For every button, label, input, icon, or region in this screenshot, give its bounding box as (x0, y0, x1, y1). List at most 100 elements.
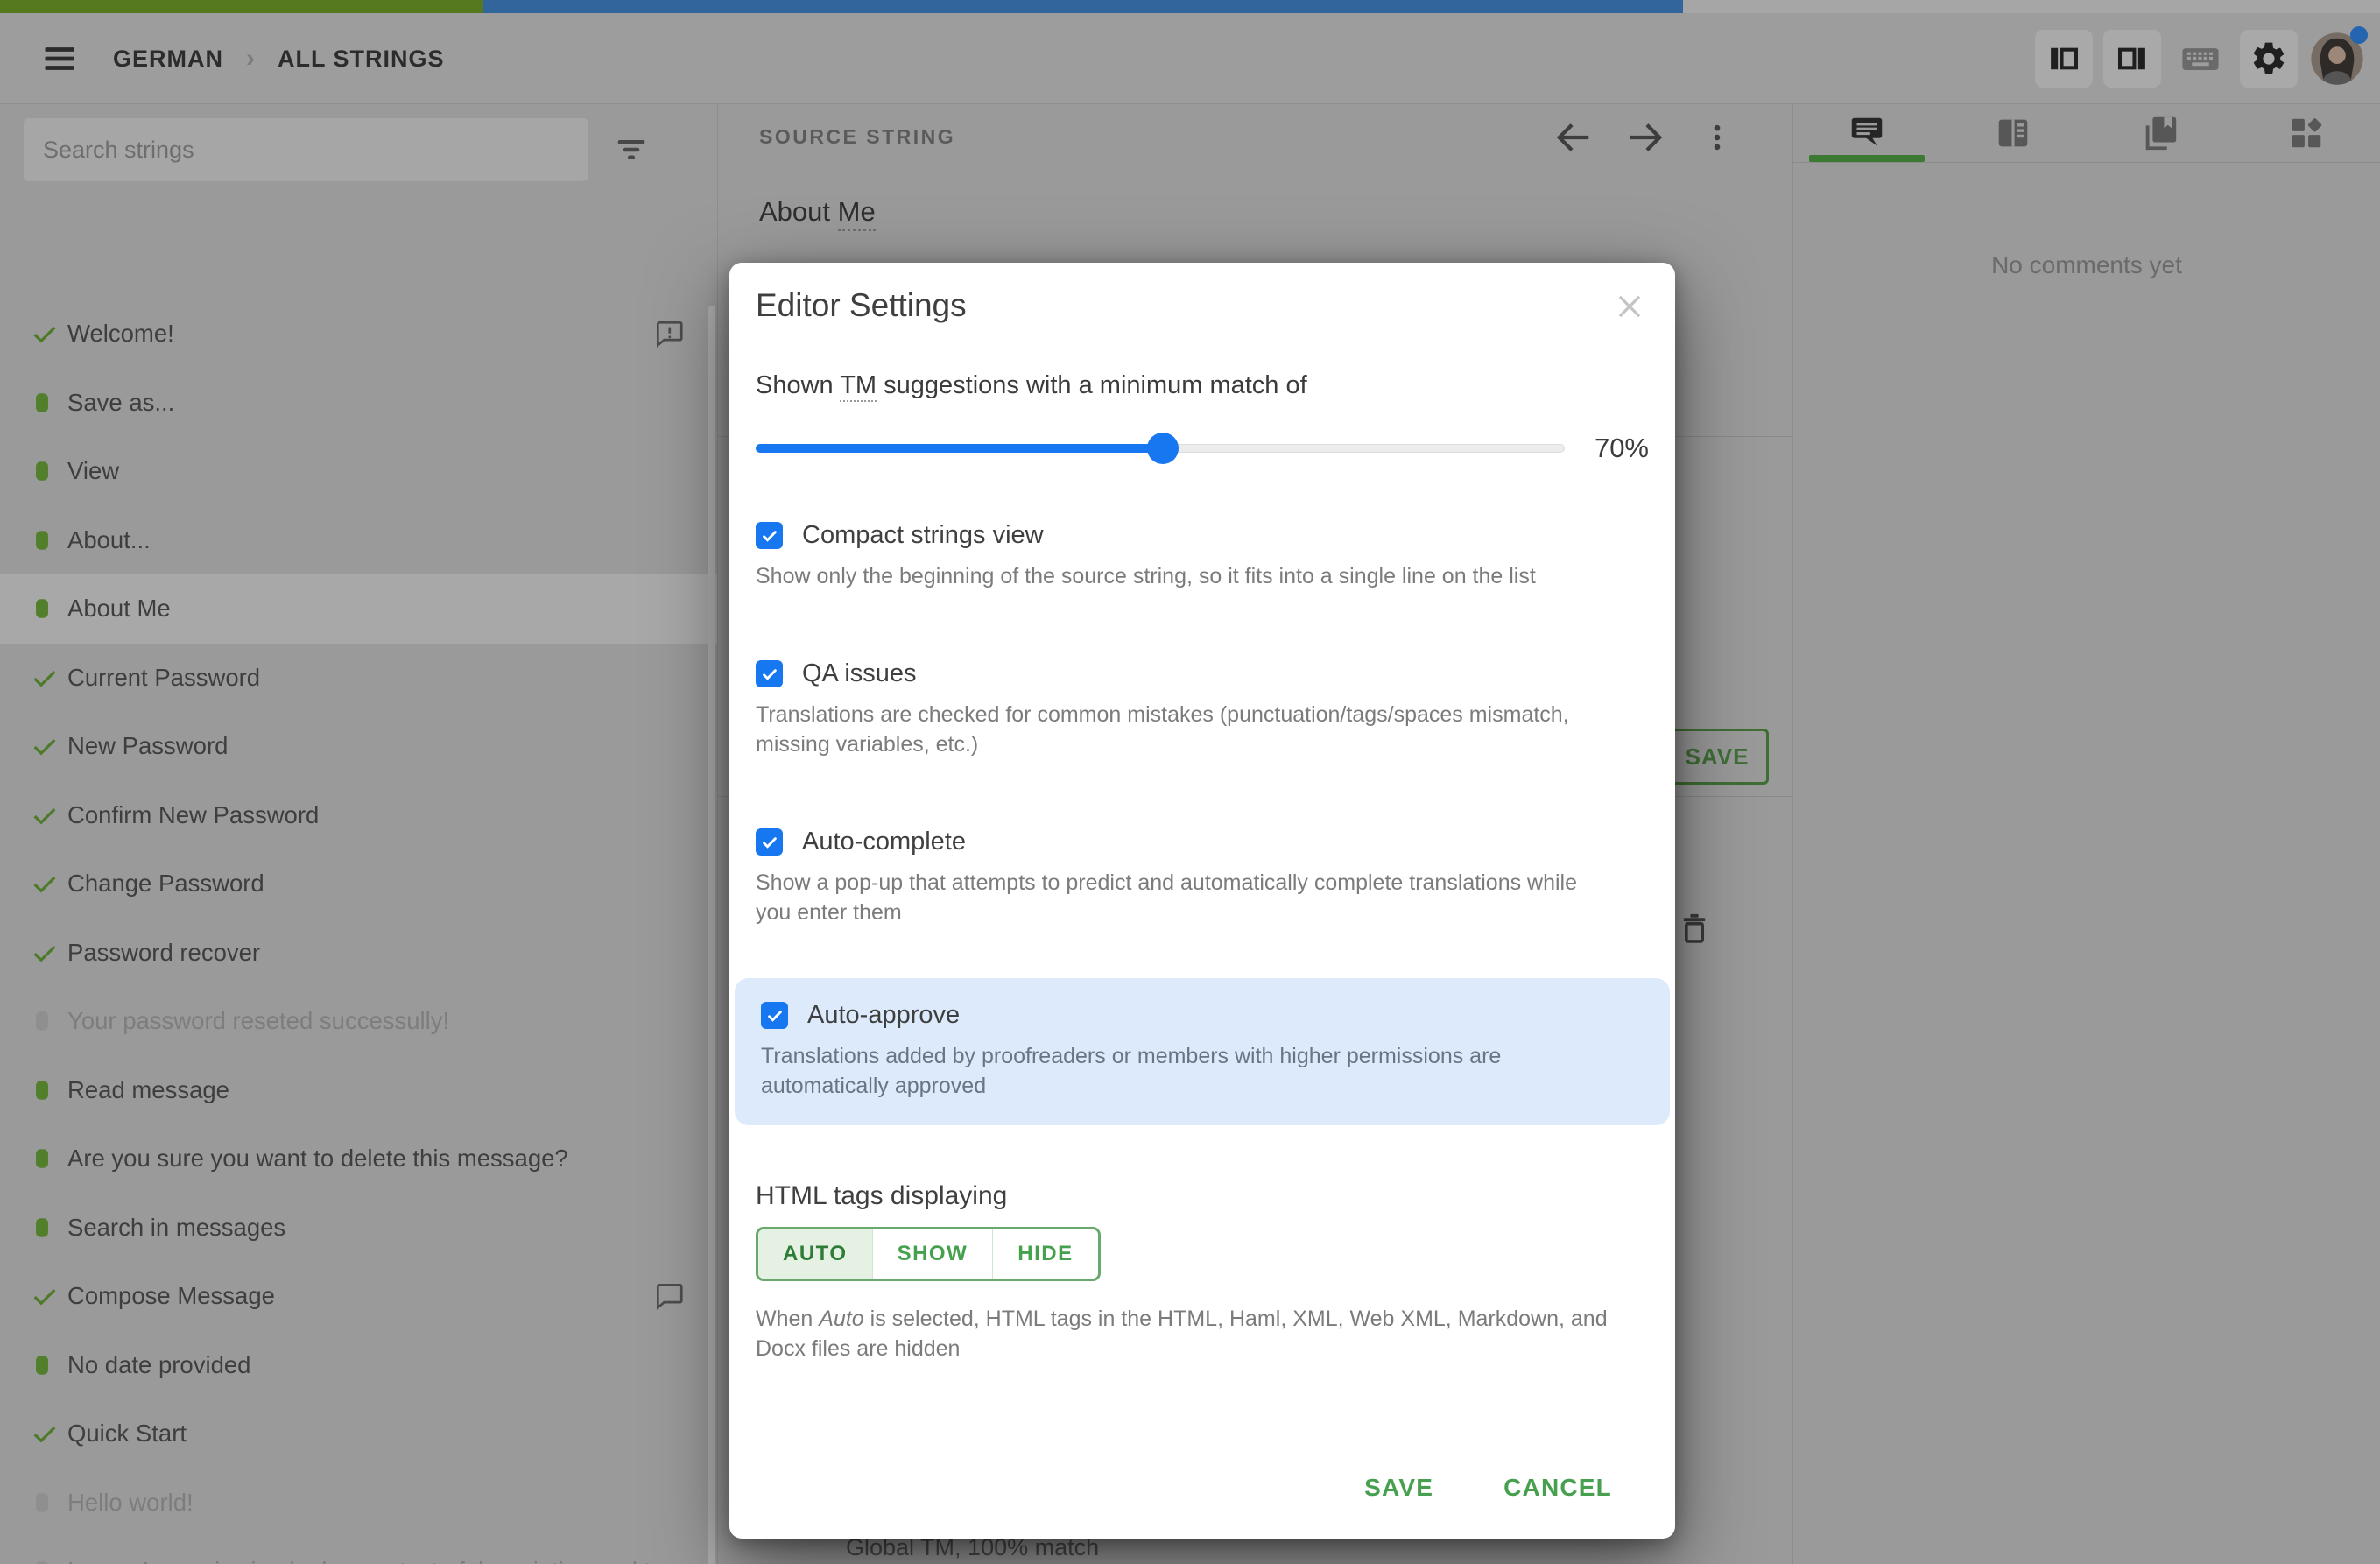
breadcrumb-project[interactable]: GERMAN (113, 46, 223, 73)
tab-context[interactable] (1940, 104, 2088, 162)
tm-match-slider[interactable] (756, 433, 1565, 464)
approved-status-icon (31, 664, 67, 692)
save-button[interactable]: SAVE (1357, 1462, 1440, 1514)
checkbox[interactable] (756, 660, 783, 687)
list-item-label: Hello world! (67, 1488, 194, 1516)
glossary-term[interactable]: Me (837, 196, 876, 231)
panel-left-layout-button[interactable] (2035, 30, 2093, 88)
approved-status-icon (31, 939, 67, 967)
more-options-icon[interactable] (1694, 115, 1740, 160)
untranslated-status-icon (31, 1558, 67, 1564)
list-item[interactable]: Are you sure you want to delete this mes… (0, 1124, 717, 1194)
list-item-label: About... (67, 525, 151, 553)
user-avatar[interactable] (2308, 26, 2368, 88)
search-input[interactable] (24, 118, 588, 181)
setting-label: Auto-approve (807, 1001, 961, 1029)
list-item[interactable]: Search in messages (0, 1194, 717, 1263)
checkbox[interactable] (761, 1002, 788, 1029)
html-tags-option-show[interactable]: SHOW (871, 1229, 993, 1279)
list-item-label: Are you sure you want to delete this mes… (67, 1145, 568, 1173)
next-string-button[interactable] (1623, 115, 1668, 160)
checkbox[interactable] (756, 522, 783, 549)
progress-translated-segment (0, 0, 483, 13)
editor-settings-dialog: Editor Settings Shown TM suggestions wit… (729, 263, 1675, 1539)
list-item-label: About Me (67, 595, 171, 623)
list-item[interactable]: Password recover (0, 919, 717, 988)
list-item-label: Search in messages (67, 1213, 286, 1241)
tm-match-label: Shown TM suggestions with a minimum matc… (756, 371, 1649, 402)
translation-save-button[interactable]: SAVE (1665, 729, 1769, 785)
approved-status-icon (31, 320, 67, 348)
list-item[interactable]: Read message (0, 1056, 717, 1125)
html-tags-toggle: AUTO SHOW HIDE (756, 1227, 1101, 1281)
list-item[interactable]: Compose Message (0, 1262, 717, 1331)
list-item[interactable]: Welcome! (0, 299, 717, 369)
html-tags-heading: HTML tags displaying (756, 1181, 1008, 1210)
list-item[interactable]: New Password (0, 712, 717, 781)
html-tags-option-auto[interactable]: AUTO (758, 1229, 872, 1279)
list-item[interactable]: Confirm New Password (0, 781, 717, 850)
translated-status-icon (31, 527, 67, 553)
string-list: Welcome! Save as... View About... About Me Cu… (0, 299, 717, 1564)
dialog-title: Editor Settings (756, 287, 967, 323)
chevron-right-icon: › (246, 44, 255, 73)
list-item-label: Read message (67, 1075, 229, 1103)
slider-thumb[interactable] (1146, 433, 1179, 464)
list-item[interactable]: Current Password (0, 644, 717, 713)
settings-options: Compact strings view Show only the beginn… (735, 521, 1670, 1125)
source-string-label: SOURCE STRING (759, 125, 956, 148)
settings-gear-icon[interactable] (2240, 30, 2298, 88)
setting-description: Show a pop-up that attempts to predict a… (756, 870, 1578, 925)
setting-label: Compact strings view (802, 521, 1044, 549)
comment-icon[interactable] (652, 1279, 686, 1313)
setting-description: Show only the beginning of the source st… (756, 564, 1536, 588)
comment-alert-icon[interactable] (652, 317, 686, 350)
approved-status-icon (31, 801, 67, 829)
list-item[interactable]: Lorem Ipsum is simply dummy text of the … (0, 1537, 717, 1564)
source-string-text: About Me (759, 196, 876, 231)
close-icon[interactable] (1610, 287, 1649, 326)
previous-string-button[interactable] (1551, 115, 1596, 160)
list-item[interactable]: Your password reseted successully! (0, 987, 717, 1056)
cancel-button[interactable]: CANCEL (1496, 1462, 1619, 1514)
top-bar: GERMAN › ALL STRINGS (0, 0, 2380, 104)
checkbox[interactable] (756, 828, 783, 856)
approved-status-icon (31, 1282, 67, 1310)
setting-description: Translations are checked for common mist… (756, 702, 1569, 757)
list-item[interactable]: About Me (0, 574, 717, 644)
list-item-label: Quick Start (67, 1420, 187, 1448)
panel-right-layout-button[interactable] (2103, 30, 2161, 88)
list-item[interactable]: Quick Start (0, 1399, 717, 1469)
list-item[interactable]: Save as... (0, 369, 717, 438)
tab-translation-memory[interactable] (2087, 104, 2234, 162)
keyboard-shortcuts-icon[interactable] (2172, 30, 2229, 88)
list-item-label: Current Password (67, 663, 261, 691)
tab-apps[interactable] (2234, 104, 2380, 162)
list-item[interactable]: No date provided (0, 1331, 717, 1400)
untranslated-status-icon (31, 1008, 67, 1034)
list-item[interactable]: About... (0, 506, 717, 575)
list-item[interactable]: Hello world! (0, 1469, 717, 1538)
menu-icon[interactable] (31, 30, 88, 88)
delete-suggestion-icon[interactable] (1674, 908, 1715, 953)
list-item-label: Save as... (67, 388, 175, 416)
translated-status-icon (31, 458, 67, 484)
translated-status-icon (31, 390, 67, 416)
right-panel-tabs (1793, 104, 2380, 163)
tm-abbreviation: TM (840, 371, 877, 402)
list-item[interactable]: Change Password (0, 849, 717, 919)
sidebar-scrollbar[interactable] (708, 306, 715, 1564)
html-tags-option-hide[interactable]: HIDE (992, 1229, 1097, 1279)
approved-status-icon (31, 870, 67, 898)
breadcrumb-section[interactable]: ALL STRINGS (278, 46, 445, 73)
list-item-label: View (67, 457, 120, 485)
tab-comments[interactable] (1793, 104, 1940, 162)
setting-section: Auto-approve Translations added by proofr… (735, 978, 1670, 1125)
translated-status-icon (31, 1077, 67, 1103)
list-item-label: New Password (67, 732, 229, 760)
list-item-label: Change Password (67, 870, 264, 898)
translated-status-icon (31, 1145, 67, 1172)
filter-icon[interactable] (613, 131, 650, 168)
list-item[interactable]: View (0, 437, 717, 506)
setting-section: Compact strings view Show only the beginn… (756, 521, 1649, 591)
